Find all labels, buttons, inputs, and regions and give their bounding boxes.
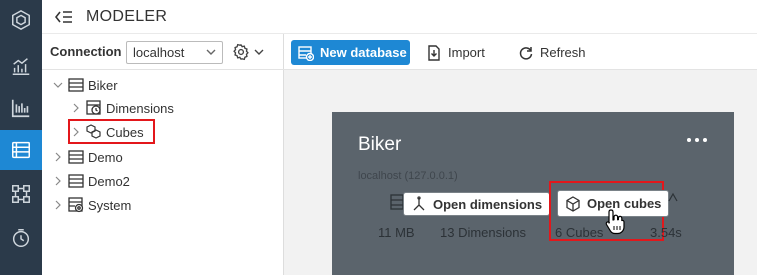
card-host: localhost (127.0.0.1) [358, 170, 458, 182]
refresh-button[interactable]: Refresh [518, 40, 586, 65]
chevron-right-icon[interactable] [70, 102, 82, 114]
tree-item-label: Demo [88, 149, 123, 165]
hand-cursor-icon [605, 209, 625, 235]
chevron-right-icon[interactable] [52, 175, 64, 187]
new-database-icon [298, 45, 314, 61]
import-icon [428, 44, 440, 61]
analytics-icon[interactable] [0, 46, 42, 86]
chevron-right-icon[interactable] [52, 199, 64, 211]
connection-label: Connection [50, 44, 122, 59]
open-dimensions-button[interactable]: Open dimensions [403, 192, 551, 216]
logo-icon[interactable] [0, 0, 42, 40]
database-icon [68, 149, 84, 165]
gear-icon [233, 43, 249, 61]
main-toolbar: New database Import Refresh [284, 34, 757, 70]
reports-icon[interactable] [0, 88, 42, 128]
card-title: Biker [358, 134, 402, 155]
dimensions-icon [86, 100, 102, 116]
scheduler-icon[interactable] [0, 218, 42, 258]
collapse-menu-icon[interactable] [54, 7, 74, 27]
new-database-button[interactable]: New database [291, 40, 410, 65]
database-card[interactable]: Biker localhost (127.0.0.1) Open dimensi… [332, 112, 734, 275]
top-bar: MODELER [42, 0, 757, 34]
tree-item-label: Biker [88, 77, 118, 93]
cube-icon [566, 195, 580, 212]
connection-settings-button[interactable] [232, 42, 268, 62]
tree-item-label: Dimensions [106, 100, 174, 116]
storage-icon [390, 194, 404, 210]
database-icon [68, 77, 84, 93]
app-title: MODELER [86, 7, 168, 25]
stat-dimensions: 13 Dimensions [440, 225, 526, 240]
tree-item-biker[interactable]: Biker [52, 74, 118, 96]
tree-item-demo2[interactable]: Demo2 [52, 170, 130, 192]
open-dimensions-label: Open dimensions [433, 196, 543, 212]
etl-icon[interactable] [0, 174, 42, 214]
model-tree-panel: Connection localhost Biker Dimensions Cu… [42, 34, 284, 275]
import-button[interactable]: Import [426, 40, 485, 65]
stat-cubes: 6 Cubes [555, 225, 604, 240]
chevron-down-icon[interactable] [52, 79, 64, 91]
refresh-label: Refresh [540, 45, 586, 60]
refresh-icon [519, 46, 533, 60]
cubes-highlight-box [68, 119, 155, 144]
dimensions-axes-icon [413, 196, 425, 211]
tree-item-dimensions[interactable]: Dimensions [70, 97, 174, 119]
connection-row: Connection localhost [42, 34, 284, 70]
new-database-label: New database [320, 45, 407, 60]
tree-item-system[interactable]: System [52, 194, 131, 216]
modeler-icon[interactable] [0, 130, 42, 170]
tree-item-label: System [88, 197, 132, 213]
stat-size: 11 MB [378, 225, 415, 240]
more-options-icon[interactable] [687, 134, 707, 146]
tree-item-demo[interactable]: Demo [52, 146, 123, 168]
chevron-down-icon [206, 49, 216, 55]
chevron-right-icon[interactable] [52, 151, 64, 163]
stat-time: 3.54s [650, 225, 682, 240]
speed-icon [668, 192, 678, 202]
tree-item-label: Demo2 [88, 173, 130, 189]
nav-rail [0, 0, 42, 275]
database-icon [68, 173, 84, 189]
chevron-down-icon [254, 49, 264, 55]
import-label: Import [448, 45, 485, 60]
connection-select[interactable]: localhost [126, 41, 223, 64]
connection-selected-value: localhost [133, 45, 185, 60]
system-database-icon [68, 197, 84, 213]
